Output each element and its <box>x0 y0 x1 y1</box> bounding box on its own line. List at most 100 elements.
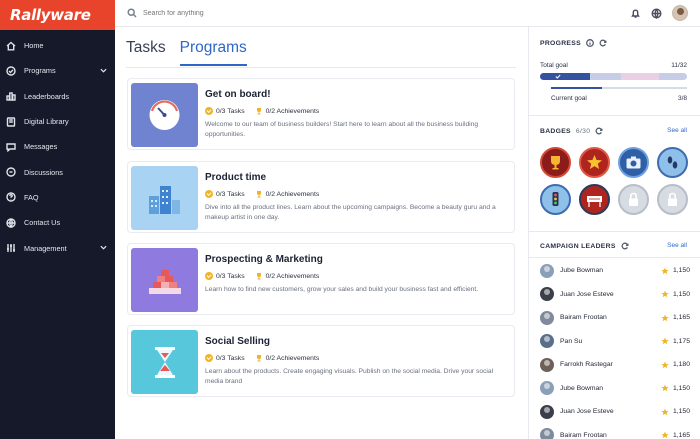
leader-row[interactable]: Pan Su 1,175 <box>540 330 690 354</box>
leader-row[interactable]: Jube Bowman 1,150 <box>540 377 690 401</box>
badges-header: BADGES 6/30 <box>540 127 603 135</box>
help-icon <box>6 192 16 203</box>
sidebar-item-contact-us[interactable]: Contact Us <box>0 210 115 235</box>
section-divider <box>529 231 700 232</box>
badge[interactable] <box>579 184 610 215</box>
info-icon[interactable] <box>585 39 594 47</box>
speedometer-icon <box>149 100 180 130</box>
sidebar-item-home[interactable]: Home <box>0 33 115 58</box>
badge[interactable] <box>540 147 571 178</box>
leader-row[interactable]: Bairam Frootan 1,165 <box>540 306 690 330</box>
badge[interactable] <box>618 184 649 215</box>
program-card[interactable]: Social Selling 0/3 Tasks 0/2 Achievement… <box>127 325 515 397</box>
leader-row[interactable]: Farrokh Rastegar 1,180 <box>540 353 690 377</box>
program-tasks: 0/3 Tasks <box>216 190 245 198</box>
badge[interactable] <box>579 147 610 178</box>
sidebar-item-label: Programs <box>24 66 56 76</box>
leader-row[interactable]: Bairam Frootan 1,165 <box>540 424 690 439</box>
tabs-divider <box>126 67 516 68</box>
leader-name: Farrokh Rastegar <box>560 361 613 369</box>
bell-icon[interactable] <box>630 8 641 19</box>
current-goal-label: Current goal <box>551 95 587 102</box>
program-tasks: 0/3 Tasks <box>216 272 245 280</box>
main-content: Tasks Programs Get on board! 0/3 Tasks 0… <box>115 27 528 439</box>
chevron-down-icon[interactable] <box>100 244 107 251</box>
sidebar-item-faq[interactable]: FAQ <box>0 185 115 210</box>
total-goal-value: 11/32 <box>671 62 687 69</box>
program-description: Dive into all the product lines. Learn a… <box>205 204 496 221</box>
search-icon[interactable] <box>127 8 137 18</box>
refresh-icon[interactable] <box>595 127 603 135</box>
program-card[interactable]: Prospecting & Marketing 0/3 Tasks 0/2 Ac… <box>127 243 515 315</box>
program-meta: 0/3 Tasks 0/2 Achievements <box>205 354 319 362</box>
search-input[interactable] <box>143 9 343 17</box>
avatar <box>540 334 554 349</box>
user-avatar[interactable] <box>672 5 688 21</box>
leader-row[interactable]: Juan Jose Esteve 1,150 <box>540 283 690 307</box>
check-icon <box>555 74 561 79</box>
leader-name: Jube Bowman <box>560 267 604 275</box>
leader-name: Juan Jose Esteve <box>560 290 614 298</box>
progress-header: PROGRESS <box>540 39 607 47</box>
leader-name: Jube Bowman <box>560 384 604 392</box>
buildings-icon <box>149 186 180 214</box>
sidebar-item-label: Management <box>24 243 67 253</box>
globe-icon[interactable] <box>651 7 662 19</box>
refresh-icon[interactable] <box>621 242 629 250</box>
trophy-icon <box>256 108 261 115</box>
badges-see-all-link[interactable]: See all <box>667 127 687 134</box>
sidebar-item-programs[interactable]: Programs <box>0 58 115 83</box>
badge[interactable] <box>618 147 649 178</box>
refresh-icon[interactable] <box>599 39 607 47</box>
sidebar-item-label: Discussions <box>24 167 63 177</box>
sidebar-item-label: Home <box>24 41 44 51</box>
sidebar-item-leaderboards[interactable]: Leaderboards <box>0 84 115 109</box>
chat-icon <box>6 143 16 152</box>
badge[interactable] <box>657 147 688 178</box>
sidebar-item-management[interactable]: Management <box>0 235 115 260</box>
hourglass-icon <box>155 347 175 378</box>
program-thumbnail <box>131 83 198 147</box>
sidebar-item-messages[interactable]: Messages <box>0 134 115 159</box>
program-card[interactable]: Product time 0/3 Tasks 0/2 Achievements … <box>127 161 515 233</box>
program-title: Product time <box>205 172 267 183</box>
badge[interactable] <box>540 184 571 215</box>
tab-programs[interactable]: Programs <box>179 39 247 66</box>
home-icon <box>6 41 16 51</box>
task-check-icon <box>205 107 213 115</box>
task-check-icon <box>205 272 213 280</box>
program-description: Learn about the products. Create engagin… <box>205 368 494 385</box>
sidebar-item-digital-library[interactable]: Digital Library <box>0 109 115 134</box>
sidebar: Rallyware Home Programs Leaderboards Dig… <box>0 0 115 439</box>
avatar <box>540 381 554 396</box>
leader-row[interactable]: Juan Jose Esteve 1,150 <box>540 400 690 424</box>
total-goal-label: Total goal <box>540 62 568 69</box>
leaders-header: CAMPAIGN LEADERS <box>540 242 629 250</box>
star-icon <box>661 408 669 416</box>
chevron-down-icon[interactable] <box>100 67 107 74</box>
program-thumbnail <box>131 330 198 394</box>
trophy-icon <box>256 273 261 280</box>
brand-logo[interactable]: Rallyware <box>10 6 91 24</box>
star-icon <box>661 290 669 298</box>
tab-tasks[interactable]: Tasks <box>126 39 166 66</box>
app-root: Rallyware Home Programs Leaderboards Dig… <box>0 0 700 439</box>
sliders-icon <box>7 244 15 253</box>
sidebar-item-discussions[interactable]: Discussions <box>0 159 115 184</box>
badge[interactable] <box>657 184 688 215</box>
right-panel: PROGRESS Total goal 11/32 Current goal 3… <box>528 27 700 439</box>
leader-score: 1,180 <box>672 361 690 369</box>
leader-name: Pan Su <box>560 337 583 345</box>
program-description: Welcome to our team of business builders… <box>205 121 479 138</box>
star-icon <box>661 267 669 275</box>
program-card[interactable]: Get on board! 0/3 Tasks 0/2 Achievements… <box>127 78 515 150</box>
program-tasks: 0/3 Tasks <box>216 107 245 115</box>
leaders-see-all-link[interactable]: See all <box>667 242 687 249</box>
brand-header[interactable]: Rallyware <box>0 0 115 30</box>
program-achievements: 0/2 Achievements <box>265 190 320 198</box>
leader-row[interactable]: Jube Bowman 1,150 <box>540 259 690 283</box>
avatar <box>540 428 554 439</box>
avatar <box>540 310 554 325</box>
progress-title: PROGRESS <box>540 39 581 47</box>
task-check-icon <box>205 354 213 362</box>
